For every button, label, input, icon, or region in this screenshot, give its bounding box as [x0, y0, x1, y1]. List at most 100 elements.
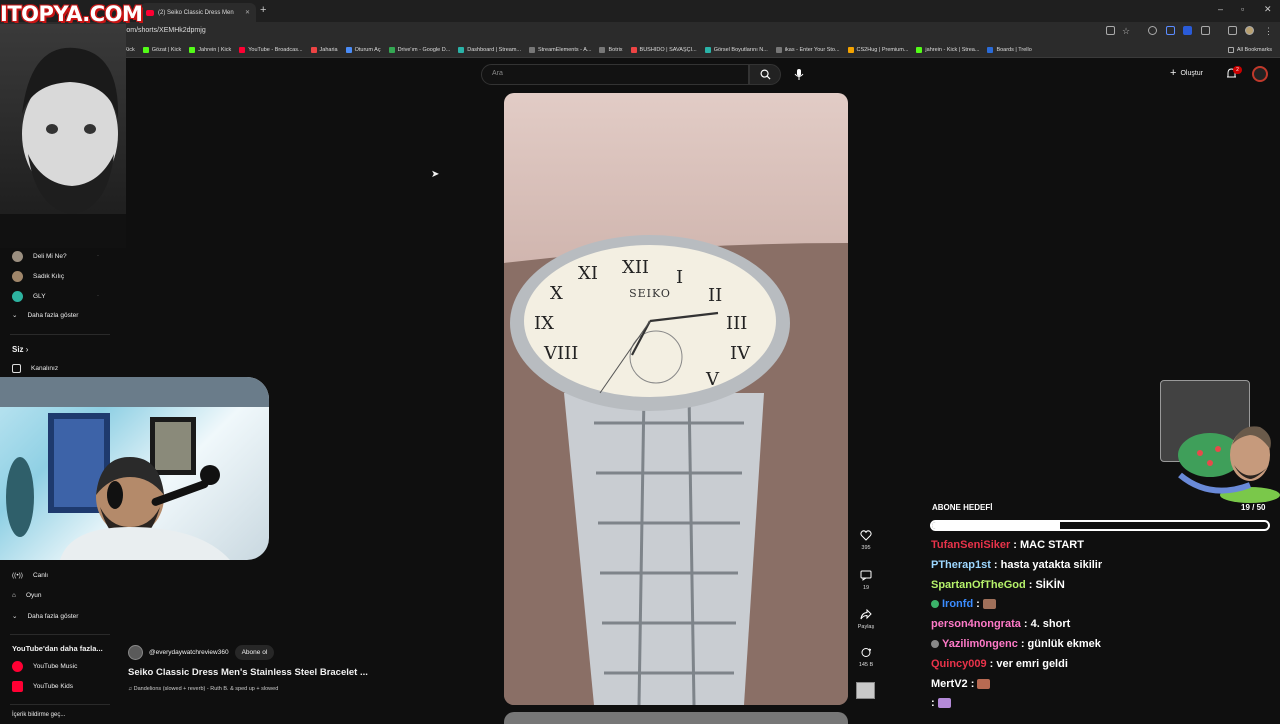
chat-text: : SİKİN	[1028, 578, 1065, 591]
sidebar-report-item[interactable]: İçerik bildirme geç...	[12, 712, 65, 718]
sidepanel-icon[interactable]	[1228, 26, 1237, 35]
bookmark-item[interactable]: Jahrein | Kick	[189, 46, 231, 53]
new-tab-icon[interactable]: +	[260, 4, 266, 16]
chat-text: :	[970, 677, 975, 690]
remix-icon	[861, 648, 872, 657]
sound-thumbnail[interactable]	[856, 682, 875, 699]
bookmark-item[interactable]: ikas - Enter Your Sto...	[775, 46, 840, 53]
short-video-player[interactable]: XII I II III IV V IX X XI VIII SEIKO	[504, 93, 848, 705]
youtube-music-icon	[12, 661, 23, 672]
chat-username: Quincy009	[931, 657, 987, 670]
chat-username: MertV2	[931, 677, 968, 690]
sidebar-youtube-kids[interactable]: YouTube Kids	[12, 681, 73, 692]
chat-message: Yazilim0ngenc: günlük ekmek	[931, 638, 1101, 650]
chat-username: Yazilim0ngenc	[942, 638, 1018, 650]
bookmark-item[interactable]: Drive'ım - Google D...	[388, 46, 450, 53]
chevron-right-icon: ›	[25, 345, 29, 354]
bookmark-item[interactable]: Dashboard | Stream...	[458, 46, 521, 53]
svg-text:XI: XI	[578, 263, 598, 284]
bookmark-item[interactable]: Gözat | Kick	[142, 46, 181, 53]
bookmark-item[interactable]: Botrix	[599, 46, 623, 53]
chat-message: TufanSeniSiker: MAC START	[931, 539, 1084, 551]
bookmark-item[interactable]: Boards | Trello	[987, 46, 1032, 53]
bookmark-item[interactable]: StreamElements - A...	[528, 46, 591, 53]
subscribe-button[interactable]: Abone ol	[234, 645, 275, 660]
short-music[interactable]: ♫ Dandelions (slowed + reverb) - Ruth B.…	[128, 686, 278, 692]
create-button[interactable]: + Oluştur	[1170, 67, 1203, 79]
chat-text: : 4. short	[1023, 618, 1071, 631]
bookmark-item[interactable]: Oturum Aç	[345, 46, 381, 53]
maximize-icon[interactable]: ▫	[1241, 4, 1244, 14]
sidebar-show-more[interactable]: ⌄ Daha fazla göster	[12, 311, 78, 320]
extensions-puzzle-icon[interactable]	[1201, 26, 1210, 35]
svg-text:V: V	[705, 369, 720, 390]
sidebar-live[interactable]: ((•)) Canlı	[12, 572, 48, 579]
extension-icon[interactable]	[1148, 26, 1157, 35]
cast-icon[interactable]	[1106, 26, 1115, 35]
sidebar-sub-item[interactable]: Sadık Kılıç	[12, 271, 64, 282]
chat-emote-icon	[937, 698, 951, 709]
chat-message: person4nongrata: 4. short	[931, 618, 1070, 630]
sidebar-sub-item[interactable]: Deli Mi Ne?	[12, 251, 67, 262]
search-button[interactable]	[749, 64, 781, 85]
notification-badge: 2	[1233, 66, 1242, 74]
share-button[interactable]: Paylaş	[856, 609, 876, 630]
tab-close-icon[interactable]: ✕	[245, 9, 250, 16]
extension2-icon[interactable]	[1166, 26, 1175, 35]
svg-text:VIII: VIII	[543, 343, 578, 364]
all-bookmarks[interactable]: All Bookmarks	[1227, 46, 1272, 53]
bookmark-item[interactable]: Jaharia	[310, 46, 338, 53]
chat-username: person4nongrata	[931, 618, 1021, 631]
sidebar-show-more[interactable]: ⌄ Daha fazla göster	[12, 612, 78, 621]
bookmark-item[interactable]: jahrein - Kick | Strea...	[916, 46, 979, 53]
minimize-icon[interactable]: –	[1218, 4, 1223, 14]
browser-tab[interactable]: (2) Seiko Classic Dress Men ✕	[140, 3, 256, 22]
short-title[interactable]: Seiko Classic Dress Men's Stainless Stee…	[128, 667, 368, 678]
chat-username: PTherap1st	[931, 558, 991, 571]
bookmark-item[interactable]: BUSHIDO | SAVAŞÇI...	[630, 46, 697, 53]
sidebar-you-heading[interactable]: Siz ›	[12, 345, 28, 354]
browser-menu-icon[interactable]: ⋮	[1264, 26, 1273, 37]
account-avatar[interactable]	[1252, 66, 1268, 82]
sidebar-youtube-music[interactable]: YouTube Music	[12, 661, 77, 672]
next-short-preview[interactable]	[504, 712, 848, 724]
close-window-icon[interactable]: ✕	[1264, 4, 1272, 15]
channel-icon	[12, 364, 21, 373]
microphone-icon[interactable]	[792, 67, 806, 81]
streamer-figurine-illustration	[1178, 426, 1280, 503]
sidebar-sub-item[interactable]: GLY	[12, 291, 46, 302]
bookmark-item[interactable]: CS2Hug | Premium...	[847, 46, 908, 53]
sidebar-your-channel[interactable]: Kanalınız	[12, 364, 58, 373]
chat-message: Ironfd:	[931, 598, 996, 610]
chat-message: SpartanOfTheGod: SİKİN	[931, 579, 1065, 591]
extension3-icon[interactable]	[1183, 26, 1192, 35]
streamer-room-illustration	[0, 377, 269, 560]
profile-icon[interactable]	[1245, 26, 1254, 35]
chat-emote-icon	[977, 678, 991, 689]
live-dot-icon: ·	[97, 253, 99, 259]
channel-avatar[interactable]	[128, 645, 143, 660]
chevron-down-icon: ⌄	[12, 613, 18, 620]
comments-button[interactable]: 19	[856, 570, 876, 591]
chat-message: PTherap1st: hasta yatakta sikilir	[931, 559, 1102, 571]
sidebar-gaming[interactable]: ⌂ Oyun	[12, 592, 41, 599]
channel-handle[interactable]: @everydaywatchreview360	[149, 649, 229, 656]
remix-button[interactable]: 145 B	[856, 647, 876, 668]
chat-message: :	[931, 697, 951, 709]
svg-text:IX: IX	[534, 313, 554, 334]
chevron-down-icon: ⌄	[12, 312, 18, 319]
search-icon	[760, 69, 771, 80]
search-input[interactable]: Ara	[481, 64, 749, 85]
bookmark-star-icon[interactable]: ☆	[1122, 26, 1130, 37]
sidebar-divider	[10, 334, 110, 335]
comment-icon	[860, 570, 872, 581]
chat-text: : günlük ekmek	[1020, 638, 1101, 650]
like-button[interactable]: 395	[856, 530, 876, 551]
chat-emote-icon	[982, 599, 996, 610]
heart-icon	[860, 530, 872, 541]
bookmark-item[interactable]: YouTube - Broadcas...	[239, 46, 303, 53]
channel-avatar-icon	[12, 291, 23, 302]
bookmark-item[interactable]: Görsel Boyutlarını N...	[704, 46, 768, 53]
gamepad-icon: ⌂	[12, 592, 16, 599]
chat-text: :	[976, 598, 980, 611]
